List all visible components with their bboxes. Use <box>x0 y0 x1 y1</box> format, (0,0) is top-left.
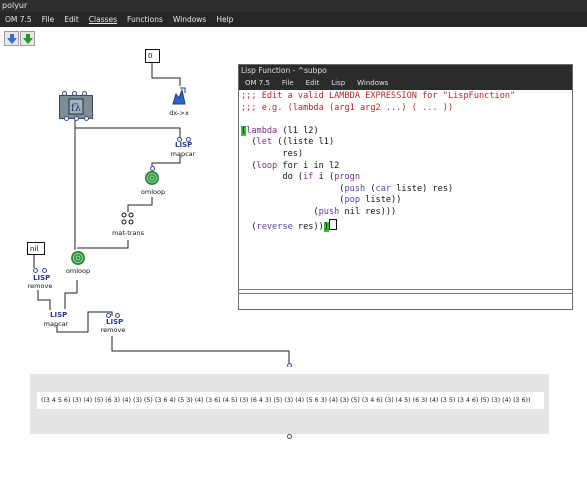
spiral-icon <box>145 171 159 185</box>
omloop-box[interactable] <box>70 250 86 266</box>
outlet[interactable] <box>64 116 69 121</box>
lisp-tag: LISP <box>175 141 193 149</box>
result-value[interactable]: ((3 4 5 6) (3) (4) (5) (6 3) (4) (3) (5)… <box>37 392 544 409</box>
svg-text:fλ: fλ <box>71 103 82 114</box>
lisp-function-icon: fλ <box>68 98 84 115</box>
inlet[interactable] <box>72 91 77 96</box>
inlet[interactable] <box>186 137 191 142</box>
number-box[interactable]: 0 <box>145 49 160 63</box>
omloop-box[interactable] <box>144 170 160 186</box>
lisp-tag: LISP <box>33 274 51 282</box>
outlet[interactable] <box>74 116 79 121</box>
lisp-tag: LISP <box>106 318 124 326</box>
omloop-label: omloop <box>65 267 91 275</box>
nil-box[interactable]: nil <box>27 242 45 255</box>
mat-trans-label: mat-trans <box>112 229 144 237</box>
lisp-menu-windows[interactable]: Windows <box>351 76 394 90</box>
outlet[interactable] <box>84 116 89 121</box>
lisp-window-menu: OM 7.5 File Edit Lisp Windows <box>239 76 572 90</box>
mapcar-label[interactable]: mapcar <box>38 320 74 328</box>
lisp-function-window[interactable]: Lisp Function - ^subpo OM 7.5 File Edit … <box>238 64 573 310</box>
lisp-menu-om[interactable]: OM 7.5 <box>239 76 276 90</box>
inlet[interactable] <box>82 91 87 96</box>
dx-x-box[interactable] <box>171 86 187 106</box>
mat-trans-box[interactable] <box>121 212 135 226</box>
mapcar-label[interactable]: mapcar <box>163 150 203 158</box>
outlet[interactable] <box>287 434 292 439</box>
inlet[interactable] <box>150 166 155 171</box>
omloop-label: omloop <box>140 188 166 196</box>
code-comment: ;;; Edit a valid LAMBDA EXPRESSION for "… <box>241 91 516 101</box>
inlet[interactable] <box>33 268 38 273</box>
code-editor[interactable]: ;;; Edit a valid LAMBDA EXPRESSION for "… <box>241 91 569 233</box>
inlet[interactable] <box>177 137 182 142</box>
lisp-window-title: Lisp Function - ^subpo <box>239 65 572 76</box>
spiral-icon <box>71 251 85 265</box>
remove-label[interactable]: remove <box>22 282 58 290</box>
inlet[interactable] <box>62 91 67 96</box>
dx-x-icon <box>172 87 186 105</box>
remove-label[interactable]: remove <box>95 326 131 334</box>
editor-divider <box>239 293 572 294</box>
inlet[interactable] <box>42 268 47 273</box>
lisp-menu-lisp[interactable]: Lisp <box>325 76 351 90</box>
matrix-transpose-icon <box>121 212 134 225</box>
lisp-tag: LISP <box>50 311 68 319</box>
editor-divider <box>239 289 572 290</box>
lisp-menu-edit[interactable]: Edit <box>300 76 326 90</box>
panel-notch <box>30 367 371 374</box>
dx-x-label: dx->x <box>169 109 189 117</box>
lisp-menu-file[interactable]: File <box>276 76 300 90</box>
code-comment: ;;; e.g. (lambda (arg1 arg2 ...) ( ... )… <box>241 102 454 113</box>
